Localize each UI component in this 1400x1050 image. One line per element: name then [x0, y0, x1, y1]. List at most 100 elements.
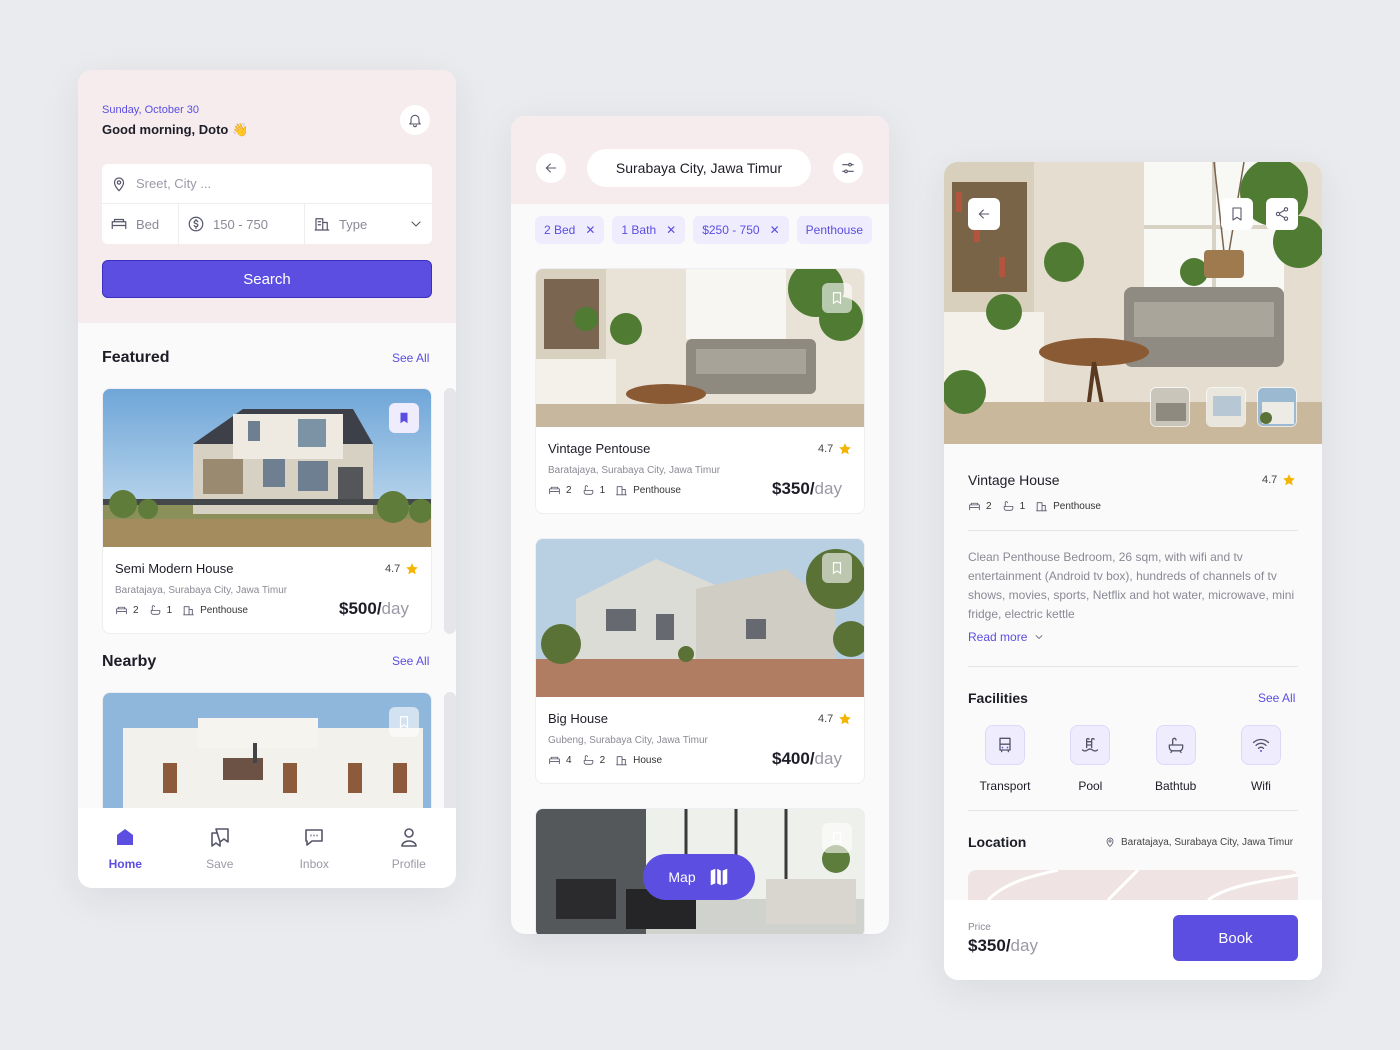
nearby-see-all[interactable]: See All	[392, 654, 429, 668]
tab-inbox[interactable]: Inbox	[267, 808, 362, 888]
property-name: Vintage House	[968, 472, 1060, 488]
greeting-text: Good morning, Doto	[102, 122, 229, 137]
booking-bar: Price $350/day Book	[944, 900, 1322, 980]
gallery-thumb[interactable]	[1150, 387, 1190, 427]
listing-name: Semi Modern House	[115, 561, 234, 576]
baths-count: 2	[599, 755, 606, 766]
notification-button[interactable]	[400, 105, 430, 135]
bed-icon	[969, 502, 980, 511]
close-icon[interactable]: ✕	[666, 223, 676, 237]
tab-profile-label: Profile	[391, 857, 426, 871]
user-icon	[400, 828, 417, 847]
building-icon	[616, 756, 627, 766]
nearby-card[interactable]	[102, 692, 432, 822]
greeting: Good morning, Doto 👋	[102, 122, 248, 138]
rating-value: 4.7	[818, 443, 834, 455]
facilities-title: Facilities	[968, 690, 1028, 706]
chip-label: 2 Bed	[544, 223, 576, 237]
price-range-select[interactable]: 150 - 750	[179, 204, 305, 244]
price-range-label: 150 - 750	[213, 216, 268, 232]
listing-rating: 4.7	[818, 442, 852, 456]
facilities-see-all[interactable]: See All	[1258, 691, 1295, 705]
bookmark-button[interactable]	[389, 707, 419, 737]
bottom-tab-bar: Home Save Inbox Profile	[78, 808, 456, 888]
filter-settings-button[interactable]	[833, 153, 863, 183]
tab-home[interactable]: Home	[78, 808, 173, 888]
property-meta: 2 1 Penthouse	[968, 500, 1101, 513]
facility-pool[interactable]: Pool	[1053, 725, 1127, 793]
save-icon	[210, 828, 229, 847]
close-icon[interactable]: ✕	[770, 223, 780, 237]
tab-save[interactable]: Save	[173, 808, 268, 888]
back-button[interactable]	[536, 153, 566, 183]
facility-label: Transport	[979, 779, 1031, 793]
back-button[interactable]	[968, 198, 1000, 230]
property-type: Penthouse	[200, 605, 248, 616]
property-description: Clean Penthouse Bedroom, 26 sqm, with wi…	[968, 550, 1295, 621]
tab-save-label: Save	[206, 857, 234, 871]
featured-see-all[interactable]: See All	[392, 351, 429, 365]
bookmark-icon	[832, 832, 842, 845]
filter-chip-bed[interactable]: 2 Bed ✕	[535, 216, 605, 244]
map-button[interactable]: Map	[643, 854, 755, 900]
listing-rating: 4.7	[818, 712, 852, 726]
house-photo	[103, 693, 431, 821]
property-type: House	[633, 755, 663, 766]
gallery-thumb[interactable]	[1257, 387, 1297, 427]
rating-value: 4.7	[1262, 474, 1278, 486]
facility-transport[interactable]: Transport	[968, 725, 1042, 793]
listing-meta: 2 1 Penthouse	[115, 604, 248, 617]
facilities-list: Transport Pool Bathtub Wifi	[968, 725, 1298, 793]
arrow-left-icon	[978, 209, 990, 219]
gallery-thumb[interactable]	[1206, 387, 1246, 427]
home-screen: Sunday, October 30 Good morning, Doto 👋 …	[78, 70, 456, 888]
filter-chip-bath[interactable]: 1 Bath ✕	[612, 216, 686, 244]
filter-chip-type[interactable]: Penthouse	[796, 216, 873, 244]
price-label: Price	[968, 922, 991, 933]
chat-icon	[305, 829, 324, 846]
results-screen: Surabaya City, Jawa Timur 2 Bed ✕ 1 Bath ✕…	[511, 116, 889, 934]
wave-emoji: 👋	[232, 122, 249, 137]
location-map[interactable]	[968, 870, 1298, 900]
price-unit: day	[814, 749, 842, 768]
location-address-text: Baratajaya, Surabaya City, Jawa Timur	[1121, 836, 1294, 848]
bell-icon	[409, 114, 421, 128]
close-icon[interactable]: ✕	[585, 223, 595, 237]
next-card-peek[interactable]	[444, 388, 456, 634]
facility-bathtub[interactable]: Bathtub	[1139, 725, 1213, 793]
bookmark-button[interactable]	[822, 553, 852, 583]
bed-select[interactable]: Bed	[102, 204, 179, 244]
bookmark-button[interactable]	[822, 823, 852, 853]
beds-count: 2	[986, 501, 992, 512]
bookmark-button[interactable]	[389, 403, 419, 433]
beds-count: 2	[566, 485, 572, 496]
listing-address: Baratajaya, Surabaya City, Jawa Timur	[548, 465, 721, 476]
facility-wifi[interactable]: Wifi	[1224, 725, 1298, 793]
beds-count: 2	[133, 605, 139, 616]
filter-row: Bed 150 - 750 Type	[102, 204, 432, 244]
star-icon	[839, 713, 852, 725]
read-more-link[interactable]: Read more	[968, 630, 1045, 644]
book-button[interactable]: Book	[1173, 915, 1298, 961]
search-button[interactable]: Search	[102, 260, 432, 298]
bed-icon	[549, 756, 560, 765]
location-input[interactable]	[136, 176, 406, 191]
location-pill[interactable]: Surabaya City, Jawa Timur	[587, 149, 811, 187]
share-button[interactable]	[1266, 198, 1298, 230]
bookmark-icon	[832, 292, 842, 305]
featured-card[interactable]: Semi Modern House 4.7 Baratajaya, Suraba…	[102, 388, 432, 634]
tab-profile[interactable]: Profile	[362, 808, 457, 888]
bookmark-button[interactable]	[1221, 198, 1253, 230]
divider	[968, 810, 1298, 811]
sliders-icon	[842, 162, 854, 174]
listing-card[interactable]: Vintage Pentouse 4.7 Baratajaya, Surabay…	[535, 268, 865, 514]
location-title: Location	[968, 834, 1027, 850]
next-card-peek[interactable]	[444, 692, 456, 822]
filter-chip-price[interactable]: $250 - 750 ✕	[693, 216, 789, 244]
bookmark-button[interactable]	[822, 283, 852, 313]
location-row	[102, 164, 432, 204]
bookmark-icon	[1232, 207, 1242, 221]
listing-card[interactable]: Big House 4.7 Gubeng, Surabaya City, Jaw…	[535, 538, 865, 784]
price-unit: day	[814, 479, 842, 498]
type-select[interactable]: Type	[305, 204, 432, 244]
